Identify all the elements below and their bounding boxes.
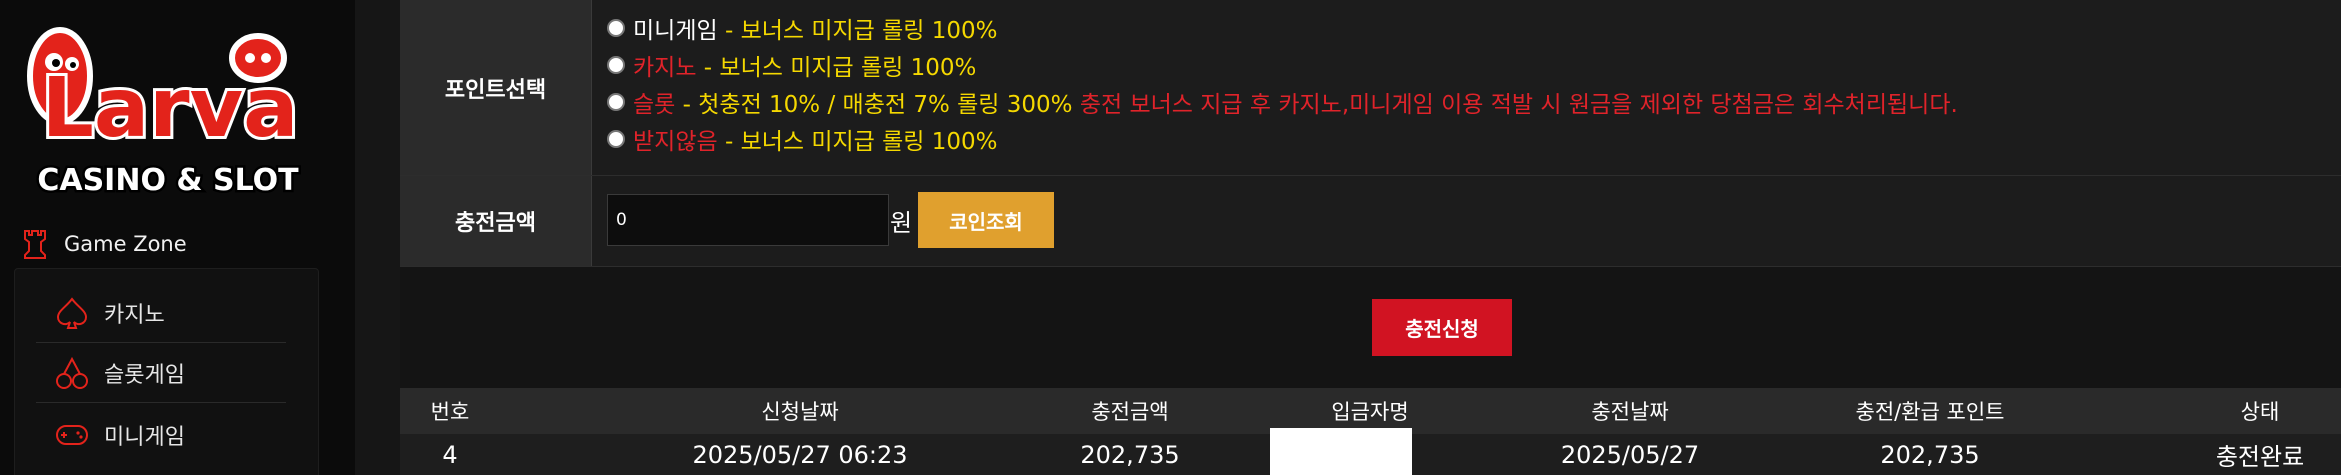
amount-label: 충전금액 [400, 176, 592, 266]
depositor-redaction [1270, 428, 1412, 475]
point-select-row: 포인트선택 미니게임 - 보너스 미지급 롤링 100% 카지노 - 보너스 미… [400, 0, 2341, 176]
header-number: 번호 [430, 400, 470, 424]
header-request-date: 신청날짜 [761, 400, 839, 424]
currency-label: 원 [890, 209, 913, 237]
option-separator: - [675, 92, 699, 118]
cell-points: 202,735 [1880, 440, 1980, 469]
amount-input[interactable] [607, 194, 889, 246]
option-desc: 첫충전 10% / 매충전 7% 롤링 300% [698, 92, 1073, 118]
content-gutter [355, 0, 400, 475]
cell-request-date: 2025/05/27 06:23 [692, 440, 908, 469]
cherry-icon [56, 356, 88, 389]
sidebar: Larva CASINO & SLOT Game Zone 카지노 슬롯게임 미… [0, 0, 355, 475]
sidebar-item-label: 슬롯게임 [104, 362, 185, 388]
amount-row: 충전금액 원 코인조회 [400, 176, 2341, 267]
chess-rook-icon [24, 230, 46, 259]
option-note: 충전 보너스 지급 후 카지노,미니게임 이용 적발 시 원금을 제외한 당첨금… [1079, 92, 1958, 118]
sidebar-item-slot[interactable]: 슬롯게임 [36, 343, 286, 403]
option-desc: 보너스 미지급 롤링 100% [719, 55, 977, 81]
option-separator: - [717, 18, 741, 44]
option-name: 받지않음 [633, 129, 718, 155]
sidebar-item-minigame[interactable]: 미니게임 [36, 405, 286, 465]
sidebar-item-label: 카지노 [104, 302, 165, 328]
radio-button[interactable] [607, 56, 625, 74]
option-casino[interactable]: 카지노 - 보너스 미지급 롤링 100% [607, 48, 976, 82]
option-minigame[interactable]: 미니게임 - 보너스 미지급 롤링 100% [607, 11, 998, 45]
coin-lookup-button[interactable]: 코인조회 [918, 192, 1054, 248]
logo-tagline: CASINO & SLOT [37, 163, 299, 198]
radio-button[interactable] [607, 19, 625, 37]
cell-number: 4 [442, 440, 458, 469]
option-separator: - [696, 55, 720, 81]
cell-amount: 202,735 [1080, 440, 1180, 469]
option-slot[interactable]: 슬롯 - 첫충전 10% / 매충전 7% 롤링 300% 충전 보너스 지급 … [607, 85, 1958, 119]
header-points: 충전/환급 포인트 [1855, 400, 2005, 424]
spade-icon [56, 296, 88, 329]
charge-request-button[interactable]: 충전신청 [1372, 299, 1512, 356]
cell-charge-date: 2025/05/27 [1560, 440, 1700, 469]
option-desc: 보너스 미지급 롤링 100% [740, 129, 998, 155]
option-name: 카지노 [633, 55, 697, 81]
option-name: 미니게임 [633, 18, 718, 44]
header-status: 상태 [2240, 400, 2280, 424]
game-zone-title: Game Zone [64, 232, 187, 256]
option-none[interactable]: 받지않음 - 보너스 미지급 롤링 100% [607, 122, 998, 156]
cell-status: 충전완료 [2215, 443, 2305, 471]
option-name: 슬롯 [633, 92, 676, 118]
logo-word: Larva [42, 61, 299, 156]
radio-button[interactable] [607, 130, 625, 148]
radio-button[interactable] [607, 93, 625, 111]
sidebar-item-label: 미니게임 [104, 425, 185, 450]
game-zone-header: Game Zone [18, 226, 187, 262]
option-separator: - [717, 129, 741, 155]
header-amount: 충전금액 [1091, 400, 1169, 424]
point-select-label: 포인트선택 [400, 0, 592, 175]
sidebar-item-casino[interactable]: 카지노 [36, 283, 286, 343]
larva-logo[interactable]: Larva CASINO & SLOT [10, 6, 330, 206]
gamepad-icon [56, 425, 88, 445]
header-charge-date: 충전날짜 [1591, 400, 1669, 424]
option-desc: 보너스 미지급 롤링 100% [740, 18, 998, 44]
